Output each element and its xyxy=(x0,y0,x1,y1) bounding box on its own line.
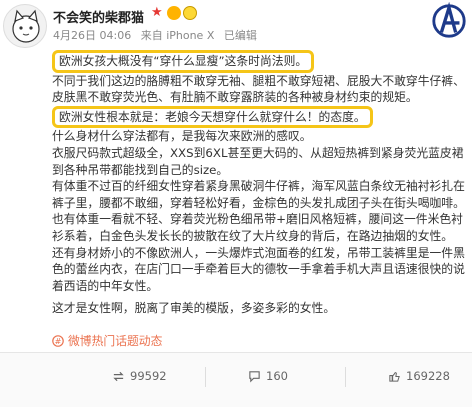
edited-label[interactable]: 已编辑 xyxy=(224,29,257,42)
username[interactable]: 不会笑的柴郡猫 xyxy=(53,7,144,26)
hashtag-link[interactable]: # 微博热门话题动态 xyxy=(52,332,162,349)
avengers-logo-icon xyxy=(432,2,466,38)
post-date[interactable]: 4月26日 04:06 xyxy=(53,29,131,42)
like-button[interactable]: 169228 xyxy=(388,369,450,383)
avatar[interactable] xyxy=(3,4,47,48)
repost-button[interactable]: 99592 xyxy=(112,369,167,383)
svg-text:#: # xyxy=(55,337,62,346)
post-paragraph: 有体重不过百的纤细女性穿着紧身黑破洞牛仔裤，海军风蓝白条纹无袖衬衫扎在裤子里，腰… xyxy=(52,179,465,210)
like-count: 169228 xyxy=(406,369,450,383)
comment-icon xyxy=(249,370,260,382)
like-icon xyxy=(389,371,400,382)
user-badges: ★ xyxy=(151,6,197,20)
post-paragraph: 什么身材什么穿法都有，是我每次来欧洲的感叹。 xyxy=(52,129,312,144)
repost-icon xyxy=(113,371,124,381)
post-paragraph: 这才是女性啊，脱离了审美的模版，多姿多彩的女性。 xyxy=(52,301,336,316)
highlighted-paragraph: 欧洲女性根本就是：老娘今天想穿什么就穿什么！的态度。 xyxy=(52,105,373,129)
repost-count: 99592 xyxy=(130,369,167,383)
emoji-badge-icon xyxy=(183,6,197,20)
hashtag-icon: # xyxy=(52,334,64,347)
post-paragraph: 衣服尺码款式超级全，XXS到6XL甚至更大码的、从超短热裤到紧身荧光蓝皮裙到各种… xyxy=(52,145,464,177)
divider xyxy=(205,367,206,387)
highlighted-paragraph: 欧洲女孩大概没有“穿什么显瘦”这条时尚法则。 xyxy=(52,50,315,73)
comment-button[interactable]: 160 xyxy=(248,369,288,383)
post-paragraph: 也有体重一看就不轻、穿着荧光粉色细吊带+磨旧风格短裤，腰间这一件米色衬衫系着，白… xyxy=(52,212,463,243)
hashtag-label[interactable]: 微博热门话题动态 xyxy=(68,332,162,349)
post-paragraph: 还有身材娇小的不像欧洲人，一头爆炸式泡面卷的红发，吊带工装裤里是一件黑色的蕾丝内… xyxy=(52,245,465,293)
star-badge-icon: ★ xyxy=(151,5,163,20)
post-header: 不会笑的柴郡猫 ★ 4月26日 04:06 来自 iPhone X 已编辑 xyxy=(0,0,472,50)
member-badge-icon xyxy=(167,6,181,20)
post-source: 来自 iPhone X xyxy=(140,29,215,42)
comment-count: 160 xyxy=(266,369,288,383)
action-bar: 99592 160 169228 xyxy=(0,352,472,407)
post-body: 欧洲女孩大概没有“穿什么显瘦”这条时尚法则。 不同于我们这边的胳膊粗不敢穿无袖、… xyxy=(52,50,470,317)
divider xyxy=(345,367,346,387)
post-paragraph: 不同于我们这边的胳膊粗不敢穿无袖、腿粗不敢穿短裙、屁股大不敢穿牛仔裤、皮肤黑不敢… xyxy=(52,73,465,105)
cat-avatar-icon xyxy=(12,9,40,43)
post-meta: 4月26日 04:06 来自 iPhone X 已编辑 xyxy=(53,27,263,43)
